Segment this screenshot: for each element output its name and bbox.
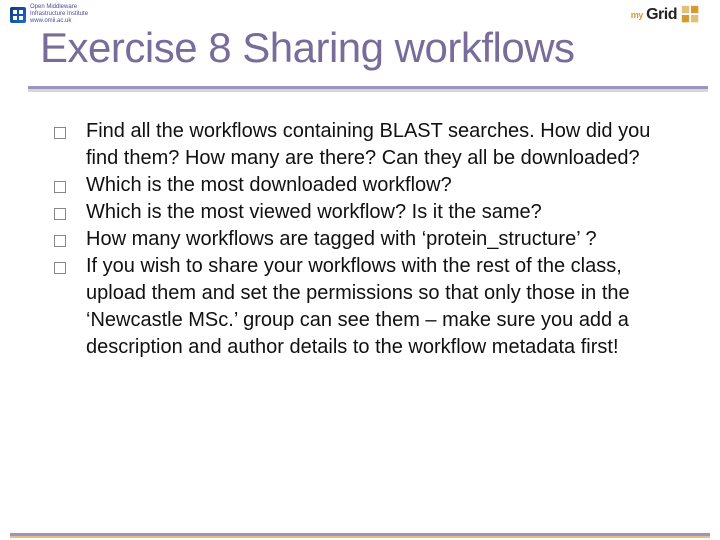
- body: Find all the workflows containing BLAST …: [54, 118, 670, 361]
- slide: Open Middleware Infrastructure Institute…: [0, 0, 720, 540]
- list-item: Which is the most downloaded workflow?: [54, 172, 670, 199]
- mygrid-grid: Grid: [646, 6, 677, 24]
- title-underline: [28, 86, 708, 89]
- grid-icon: [680, 4, 702, 26]
- page-title: Exercise 8 Sharing workflows: [40, 24, 575, 72]
- omii-line1: Open Middleware: [30, 4, 88, 11]
- header: Open Middleware Infrastructure Institute…: [0, 0, 720, 26]
- list-item: If you wish to share your workflows with…: [54, 253, 670, 361]
- list-item: Find all the workflows containing BLAST …: [54, 118, 670, 172]
- question-list: Find all the workflows containing BLAST …: [54, 118, 670, 361]
- list-item: Which is the most viewed workflow? Is it…: [54, 199, 670, 226]
- footer-rule: [0, 530, 720, 540]
- logo-omii: Open Middleware Infrastructure Institute…: [10, 4, 88, 25]
- omii-line2: Infrastructure Institute: [30, 11, 88, 18]
- list-item: How many workflows are tagged with ‘prot…: [54, 226, 670, 253]
- omii-icon: [10, 7, 26, 23]
- logo-mygrid: my Grid: [631, 4, 702, 26]
- omii-text: Open Middleware Infrastructure Institute…: [30, 4, 88, 25]
- mygrid-my: my: [631, 10, 643, 20]
